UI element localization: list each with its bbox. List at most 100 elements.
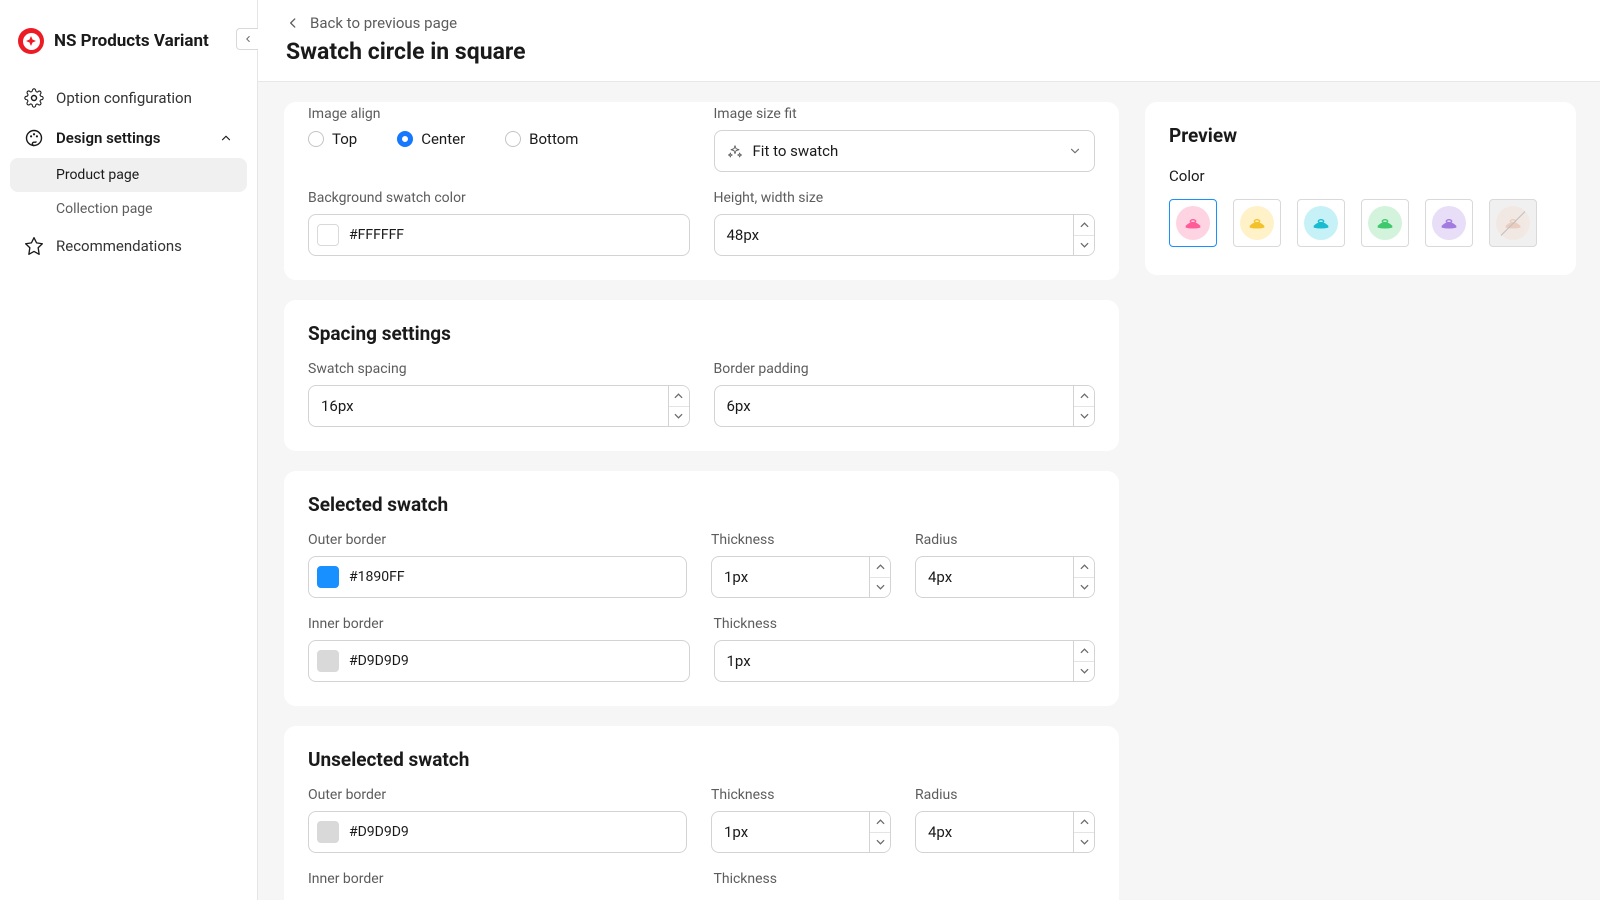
caret-down-icon [1080, 668, 1089, 674]
product-icon [1374, 216, 1396, 230]
section-unselected-swatch: Unselected swatch Outer border #D9D9D9 T… [284, 726, 1119, 900]
preview-swatch[interactable] [1233, 199, 1281, 247]
nav-item-label: Recommendations [56, 237, 182, 255]
spinner-up[interactable] [1074, 557, 1094, 578]
palette-icon [24, 128, 44, 148]
spinner-down[interactable] [669, 407, 689, 427]
select-value: Fit to swatch [753, 142, 839, 160]
spinner-down[interactable] [1074, 236, 1094, 256]
product-icon [1310, 216, 1332, 230]
chevron-left-icon [286, 16, 300, 30]
image-align-radios: Top Center Bottom [308, 130, 690, 148]
swatch-spacing-input[interactable]: 16px [308, 385, 690, 427]
unselected-outer-thickness-input[interactable]: 1px [711, 811, 891, 853]
selected-outer-color-input[interactable]: #1890FF [308, 556, 687, 598]
spinner-down[interactable] [1074, 662, 1094, 682]
star-icon [24, 236, 44, 256]
page-header: Back to previous page Swatch circle in s… [258, 0, 1600, 82]
spinner-down[interactable] [1074, 407, 1094, 427]
color-value: #1890FF [349, 569, 405, 585]
nav-recommendations[interactable]: Recommendations [10, 226, 247, 266]
selected-inner-thickness-input[interactable]: 1px [714, 640, 1096, 682]
spinner-up[interactable] [669, 386, 689, 407]
section-title: Selected swatch [308, 493, 1095, 516]
product-icon [1182, 216, 1204, 230]
spinner-up[interactable] [1074, 641, 1094, 662]
spinner-up[interactable] [1074, 386, 1094, 407]
preview-swatch [1489, 199, 1537, 247]
selected-outer-thickness-input[interactable]: 1px [711, 556, 891, 598]
section-title: Unselected swatch [308, 748, 1095, 771]
nav-item-label: Option configuration [56, 89, 192, 107]
preview-swatch[interactable] [1297, 199, 1345, 247]
spinner-up[interactable] [1074, 215, 1094, 236]
caret-up-icon [1080, 222, 1089, 228]
thickness-label: Thickness [714, 871, 1096, 887]
radio-bottom[interactable]: Bottom [505, 130, 578, 148]
caret-up-icon [1080, 393, 1089, 399]
bg-color-input[interactable]: #FFFFFF [308, 214, 690, 256]
inner-border-label: Inner border [308, 871, 690, 887]
unselected-radius-input[interactable]: 4px [915, 811, 1095, 853]
radio-top[interactable]: Top [308, 130, 357, 148]
section-spacing: Spacing settings Swatch spacing 16px Bor… [284, 300, 1119, 451]
preview-swatch-row [1169, 199, 1552, 247]
image-fit-select[interactable]: Fit to swatch [714, 130, 1096, 172]
nav-option-configuration[interactable]: Option configuration [10, 78, 247, 118]
sidebar-collapse-button[interactable] [236, 28, 258, 50]
outer-border-label: Outer border [308, 787, 687, 803]
preview-title: Preview [1169, 124, 1552, 147]
spinner-up[interactable] [870, 557, 890, 578]
unselected-outer-color-input[interactable]: #D9D9D9 [308, 811, 687, 853]
caret-down-icon [1080, 413, 1089, 419]
product-icon [1438, 216, 1460, 230]
thickness-label: Thickness [711, 532, 891, 548]
chevron-down-icon [1068, 144, 1082, 158]
nav-sub-product-page[interactable]: Product page [10, 158, 247, 192]
border-padding-label: Border padding [714, 361, 1096, 377]
color-value: #D9D9D9 [349, 653, 409, 669]
product-icon [1502, 216, 1524, 230]
spinner-down[interactable] [870, 578, 890, 598]
spinner-down[interactable] [870, 833, 890, 853]
brand-name: NS Products Variant [54, 31, 209, 51]
caret-up-icon [876, 819, 885, 825]
chevron-up-icon [219, 131, 233, 145]
nav-design-settings[interactable]: Design settings [10, 118, 247, 158]
selected-radius-input[interactable]: 4px [915, 556, 1095, 598]
nav-sub-collection-page[interactable]: Collection page [10, 192, 247, 226]
size-input[interactable]: 48px [714, 214, 1096, 256]
caret-down-icon [674, 413, 683, 419]
thickness-label: Thickness [714, 616, 1096, 632]
color-value: #FFFFFF [349, 227, 404, 243]
sparkle-icon [727, 143, 743, 159]
preview-option-label: Color [1169, 167, 1552, 185]
thickness-label: Thickness [711, 787, 891, 803]
section-image: Image align Top Center Bottom Image size… [284, 102, 1119, 280]
spinner-down[interactable] [1074, 833, 1094, 853]
back-link[interactable]: Back to previous page [286, 14, 1572, 32]
page-title: Swatch circle in square [286, 38, 1572, 65]
caret-down-icon [876, 584, 885, 590]
radio-center[interactable]: Center [397, 130, 465, 148]
sidebar: NS Products Variant Option configuration… [0, 0, 258, 900]
size-label: Height, width size [714, 190, 1096, 206]
image-fit-label: Image size fit [714, 106, 1096, 122]
radius-label: Radius [915, 787, 1095, 803]
nav-item-label: Design settings [56, 129, 160, 147]
preview-swatch[interactable] [1361, 199, 1409, 247]
spinner-down[interactable] [1074, 578, 1094, 598]
image-align-label: Image align [308, 106, 690, 122]
caret-up-icon [1080, 648, 1089, 654]
caret-down-icon [876, 839, 885, 845]
caret-down-icon [1080, 242, 1089, 248]
preview-swatch[interactable] [1169, 199, 1217, 247]
gear-icon [24, 88, 44, 108]
spinner-up[interactable] [870, 812, 890, 833]
border-padding-input[interactable]: 6px [714, 385, 1096, 427]
preview-swatch[interactable] [1425, 199, 1473, 247]
caret-up-icon [876, 564, 885, 570]
radius-label: Radius [915, 532, 1095, 548]
selected-inner-color-input[interactable]: #D9D9D9 [308, 640, 690, 682]
spinner-up[interactable] [1074, 812, 1094, 833]
